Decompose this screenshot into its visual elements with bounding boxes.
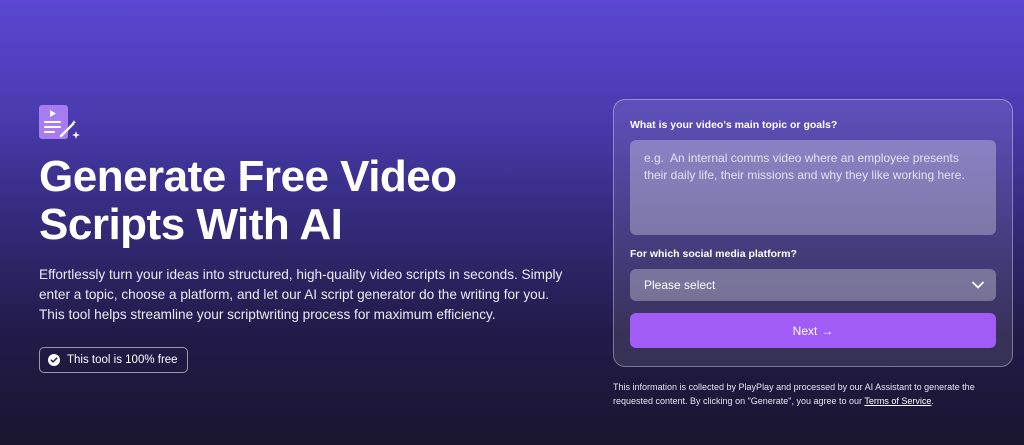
- privacy-disclaimer: This information is collected by PlayPla…: [613, 380, 1013, 408]
- platform-label: For which social media platform?: [630, 248, 797, 260]
- page-title: Generate Free Video Scripts With AI: [39, 152, 457, 249]
- platform-select-value: Please select: [644, 278, 716, 292]
- next-button-label: Next: [792, 323, 818, 338]
- terms-of-service-link[interactable]: Terms of Service: [864, 396, 931, 406]
- next-button[interactable]: Next →: [630, 313, 996, 348]
- script-document-sparkle-icon: [39, 105, 80, 139]
- topic-input[interactable]: [630, 140, 996, 235]
- badge-label: This tool is 100% free: [67, 354, 178, 366]
- page-description: Effortlessly turn your ideas into struct…: [39, 267, 563, 322]
- hero-section: Generate Free Video Scripts With AI Effo…: [39, 105, 579, 373]
- topic-label: What is your video's main topic or goals…: [630, 119, 838, 131]
- script-generator-form: What is your video's main topic or goals…: [613, 99, 1013, 367]
- disclaimer-end: .: [931, 396, 934, 406]
- arrow-right-icon: →: [821, 323, 834, 338]
- check-circle-icon: [48, 354, 60, 366]
- platform-select[interactable]: Please select: [630, 269, 996, 301]
- chevron-down-icon: [972, 281, 984, 289]
- free-tool-badge: This tool is 100% free: [39, 347, 188, 373]
